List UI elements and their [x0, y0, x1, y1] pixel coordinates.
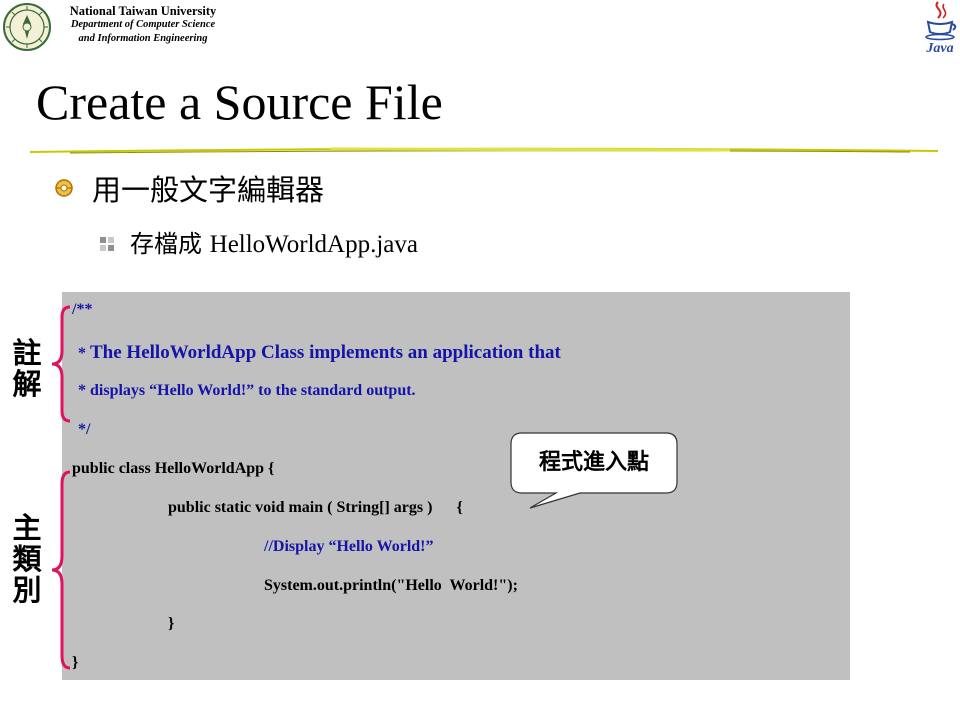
code-line-println: System.out.println("Hello World!"); — [264, 577, 518, 594]
ntu-seal-logo — [3, 3, 51, 51]
callout-text: 程式進入點 — [538, 450, 649, 475]
code-line-comment-class-desc: * The HelloWorldApp Class implements an … — [78, 343, 561, 364]
side-label-comment-char-1: 註 — [12, 336, 42, 370]
side-label-main-char-3: 別 — [12, 573, 42, 607]
comment-brace — [51, 305, 71, 423]
code-line-comment-output: * displays “Hello World!” to the standar… — [78, 382, 416, 399]
institution-header: National Taiwan University Department of… — [50, 4, 236, 46]
java-logo: Java — [925, 1, 957, 56]
code-line-comment-open: /** — [72, 301, 93, 318]
title-rule-divider — [30, 147, 938, 154]
slide-title: Create a Source File — [36, 74, 443, 130]
slide: National Taiwan University Department of… — [0, 0, 960, 720]
save-as-label: 存檔成 — [130, 230, 210, 258]
side-label-comment-char-2: 解 — [12, 367, 42, 401]
side-label-main-char-1: 主 — [12, 511, 42, 545]
side-label-main-class: 主 類 別 — [10, 513, 44, 606]
comment-star: * — [78, 345, 90, 362]
code-line-class-decl: public class HelloWorldApp { — [72, 460, 275, 477]
code-line-method-close: } — [168, 615, 175, 632]
side-label-comment: 註 解 — [10, 338, 44, 400]
bullet-text-level-2: 存檔成 HelloWorldApp.java — [130, 226, 418, 263]
filename: HelloWorldApp.java — [209, 231, 418, 258]
code-line-comment-close: */ — [78, 421, 91, 438]
main-class-brace — [51, 470, 71, 670]
university-name: National Taiwan University — [69, 4, 217, 18]
department-line-1: Department of Computer Science — [70, 19, 216, 30]
bullet-square-icon — [100, 237, 114, 251]
code-line-display-comment: //Display “Hello World!” — [264, 538, 434, 555]
code-line-main-method: public static void main ( String[] args … — [168, 499, 463, 516]
bullet-target-icon — [55, 179, 73, 197]
comment-text: The HelloWorldApp Class implements an ap… — [90, 342, 561, 363]
java-logo-text: Java — [925, 41, 953, 56]
department-line-2: and Information Engineering — [78, 33, 208, 44]
bullet-text-level-1: 用一般文字編輯器 — [92, 173, 325, 207]
side-label-main-char-2: 類 — [12, 542, 42, 576]
